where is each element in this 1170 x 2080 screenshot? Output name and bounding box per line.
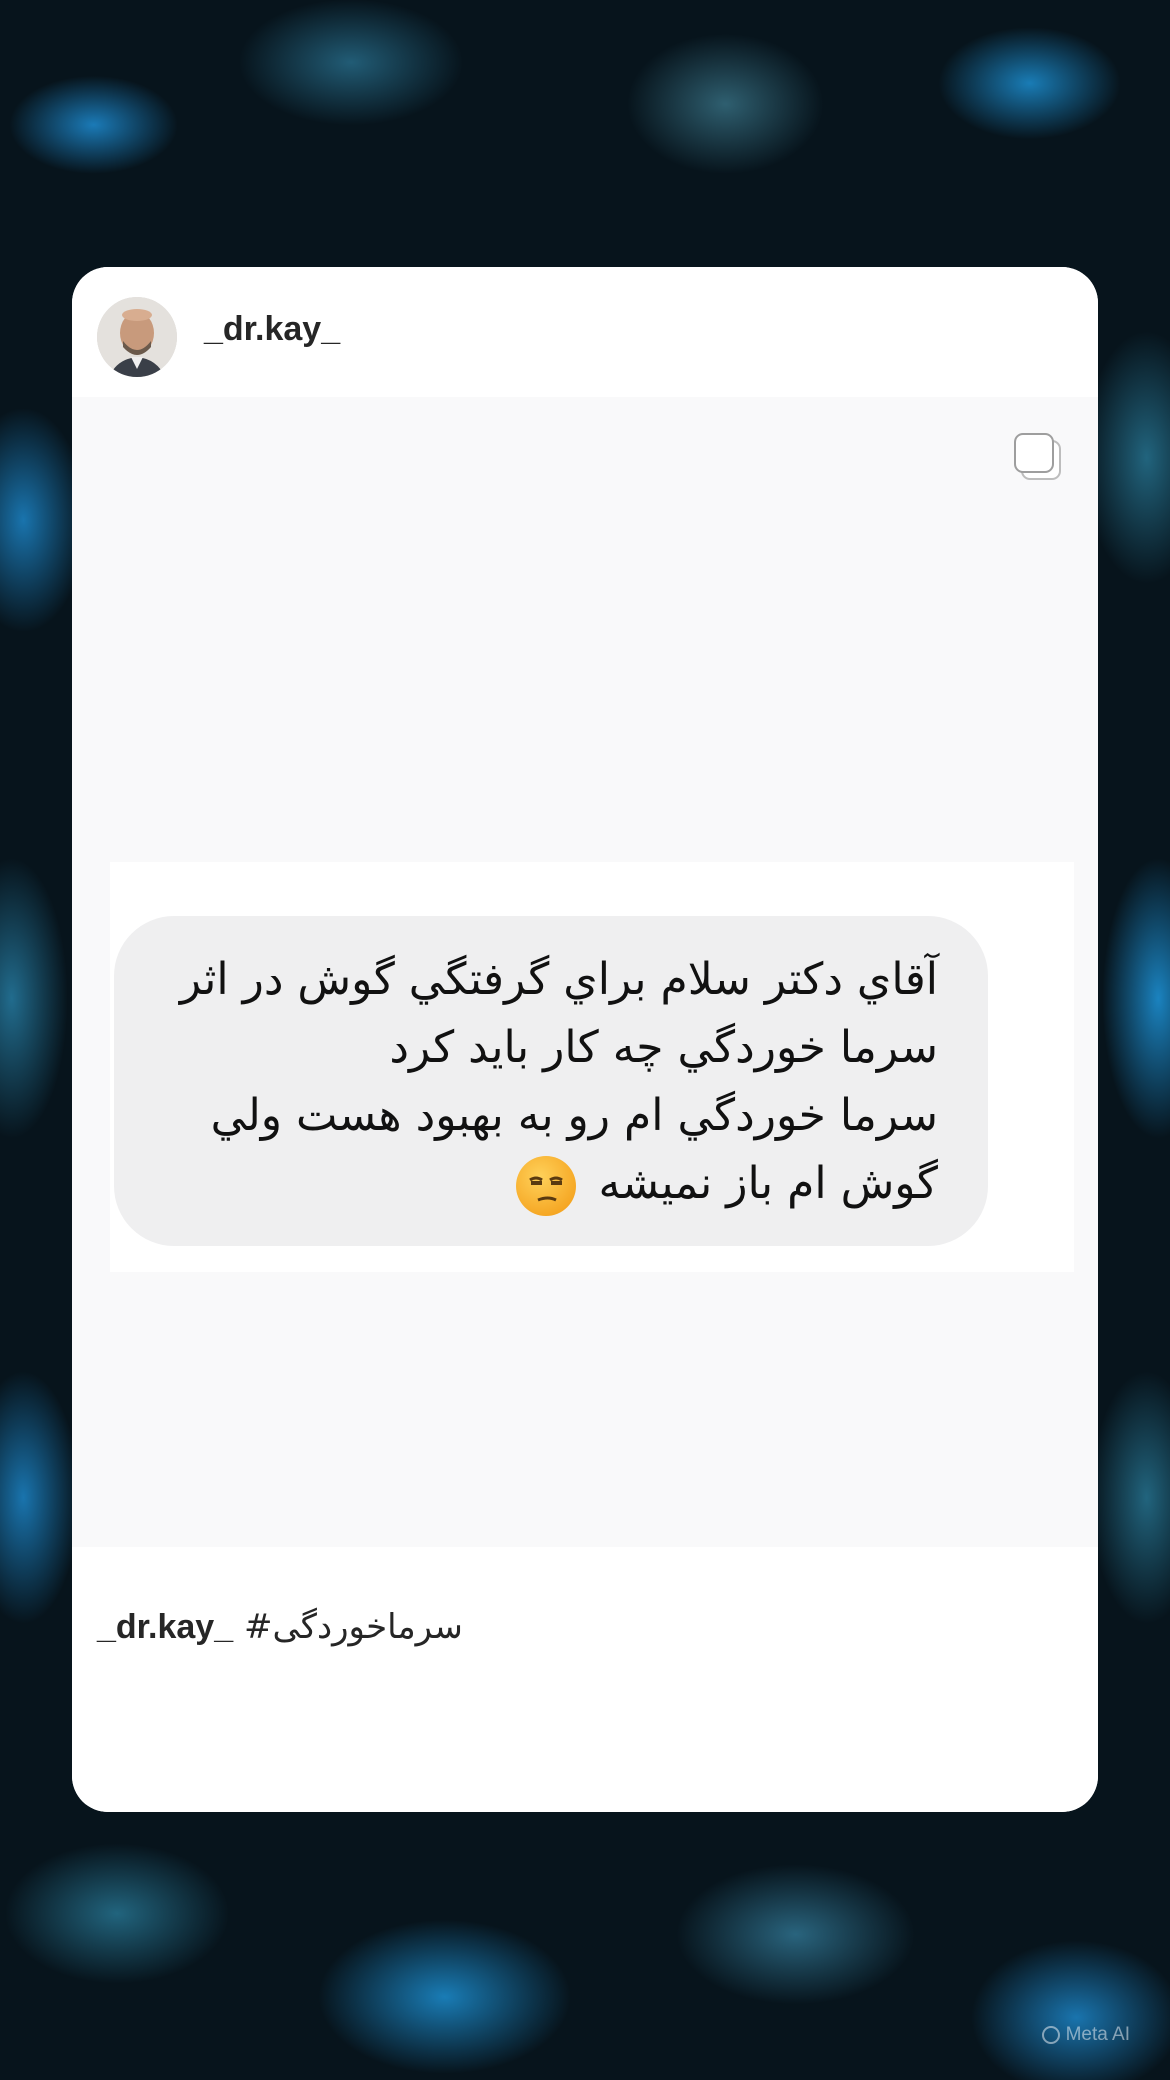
unamused-face-emoji-icon	[516, 1156, 577, 1216]
post-media[interactable]: آقاي دكتر سلام براي گرفتگي گوش در اثر سر…	[72, 397, 1098, 1547]
meta-ai-watermark: Meta AI	[1041, 2024, 1130, 2046]
message-line-4: گوش ام باز نميشه	[152, 1150, 938, 1218]
message-screenshot: آقاي دكتر سلام براي گرفتگي گوش در اثر سر…	[110, 862, 1074, 1272]
message-line-2: سرما خوردگي چه كار بايد كرد	[389, 1022, 938, 1073]
watermark-text: Meta AI	[1065, 2024, 1130, 2045]
post-footer: _dr.kay_ #سرماخوردگی	[72, 1547, 1098, 1812]
message-line-1: آقاي دكتر سلام براي گرفتگي گوش در اثر	[179, 954, 938, 1005]
message-bubble: آقاي دكتر سلام براي گرفتگي گوش در اثر سر…	[114, 916, 988, 1246]
message-line-4-text: گوش ام باز نميشه	[598, 1158, 938, 1209]
multiple-images-icon	[1012, 431, 1064, 483]
meta-ai-ring-icon	[1041, 2026, 1060, 2044]
post-card: _dr.kay_ آقاي دكتر سلام براي گرفتگي گوش …	[72, 267, 1098, 1812]
caption-hashtag[interactable]: #سرماخوردگی	[244, 1607, 463, 1647]
post-caption: _dr.kay_ #سرماخوردگی	[97, 1607, 463, 1647]
post-username[interactable]: _dr.kay_	[204, 310, 340, 349]
avatar[interactable]	[97, 297, 177, 377]
caption-username[interactable]: _dr.kay_	[97, 1608, 233, 1646]
profile-photo-icon	[97, 297, 177, 377]
post-header: _dr.kay_	[72, 267, 1098, 397]
message-line-3: سرما خوردگي ام رو به بهبود هست ولي	[210, 1090, 938, 1141]
